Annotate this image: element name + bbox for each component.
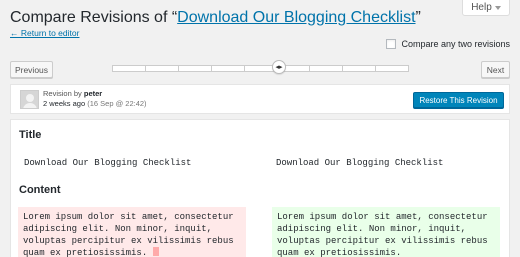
- revision-author-line: Revision by peter: [43, 89, 102, 98]
- title-heading: Title: [19, 129, 42, 141]
- slider-segment[interactable]: [210, 65, 244, 72]
- post-title-link[interactable]: Download Our Blogging Checklist: [177, 9, 415, 26]
- slider-segment[interactable]: [375, 65, 410, 72]
- revision-by-label: Revision by: [43, 89, 82, 98]
- diff-panel: Title Download Our Blogging Checklist Do…: [10, 119, 510, 257]
- return-to-editor-link[interactable]: ← Return to editor: [10, 28, 79, 38]
- slider-segment[interactable]: [112, 65, 145, 72]
- help-tab[interactable]: Help: [462, 0, 510, 16]
- content-old-value: Lorem ipsum dolor sit amet, consectetur …: [18, 207, 246, 257]
- revision-time-ago: 2 weeks ago: [43, 99, 86, 108]
- avatar-head: [26, 94, 34, 102]
- content-new-text: Lorem ipsum dolor sit amet, consectetur …: [277, 212, 488, 257]
- title-new-value: Download Our Blogging Checklist: [276, 158, 444, 168]
- revision-slider-track[interactable]: [112, 65, 410, 72]
- caret-down-icon: [494, 5, 501, 10]
- content-heading: Content: [19, 184, 61, 196]
- avatar: [20, 90, 39, 109]
- content-old-text: Lorem ipsum dolor sit amet, consectetur …: [23, 212, 234, 257]
- deleted-char-highlight: [152, 247, 159, 256]
- restore-revision-button[interactable]: Restore This Revision: [413, 92, 504, 108]
- slider-segment[interactable]: [342, 65, 376, 72]
- slider-segment[interactable]: [309, 65, 343, 72]
- page-title: Compare Revisions of “Download Our Blogg…: [10, 9, 421, 27]
- slider-segment[interactable]: [144, 65, 178, 72]
- title-prefix: Compare Revisions of “: [10, 9, 178, 26]
- revision-meta-bar: Revision by peter 2 weeks ago (16 Sep @ …: [10, 84, 510, 114]
- slider-segment[interactable]: [177, 65, 211, 72]
- help-label: Help: [471, 2, 492, 13]
- next-button[interactable]: Next: [481, 61, 510, 78]
- compare-any-two-label: Compare any two revisions: [401, 39, 510, 49]
- title-suffix: ”: [415, 9, 421, 26]
- revision-date-line: 2 weeks ago (16 Sep @ 22:42): [43, 99, 147, 108]
- revision-author: peter: [83, 89, 103, 98]
- compare-any-two-checkbox[interactable]: [386, 39, 397, 49]
- compare-any-two-toggle[interactable]: Compare any two revisions: [386, 39, 510, 49]
- revision-date: (16 Sep @ 22:42): [87, 99, 147, 108]
- content-new-value: Lorem ipsum dolor sit amet, consectetur …: [272, 207, 500, 257]
- title-old-value: Download Our Blogging Checklist: [24, 158, 192, 168]
- previous-button[interactable]: Previous: [10, 61, 53, 78]
- slider-handle[interactable]: ◂▸: [272, 60, 286, 74]
- avatar-body: [23, 103, 37, 108]
